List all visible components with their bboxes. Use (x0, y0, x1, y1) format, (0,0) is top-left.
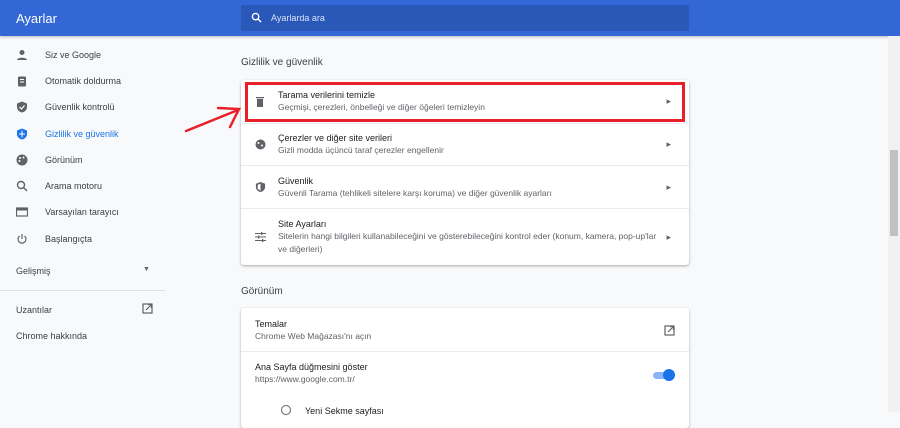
red-arrow-annotation (184, 106, 241, 133)
search-icon (251, 12, 262, 23)
header: Ayarlar Ayarlarda ara (0, 0, 900, 36)
sidebar-item-label: Başlangıçta (45, 234, 93, 244)
sidebar-item-you-and-google[interactable]: Siz ve Google (0, 43, 165, 67)
scrollbar[interactable] (888, 36, 900, 412)
sidebar-item-label: Güvenlik kontrolü (45, 102, 115, 112)
search-input[interactable]: Ayarlarda ara (241, 5, 689, 31)
row-subtitle: Gizli modda üçüncü taraf çerezler engell… (278, 145, 444, 155)
privacy-section-title: Gizlilik ve güvenlik (241, 57, 323, 68)
home-button-toggle[interactable] (653, 369, 675, 381)
appearance-card: Temalar Chrome Web Mağazası'nı açın Ana … (241, 308, 689, 428)
chevron-right-icon: ▸ (666, 182, 671, 192)
chevron-right-icon: ▸ (666, 232, 671, 242)
row-title: Güvenlik (278, 176, 314, 186)
scrollbar-thumb[interactable] (890, 150, 898, 236)
search-placeholder: Ayarlarda ara (271, 13, 325, 23)
row-title: Temalar (255, 319, 288, 329)
row-title: Ana Sayfa düğmesini göster (255, 362, 368, 372)
chevron-down-icon[interactable]: ▼ (143, 266, 150, 273)
sidebar-item-safety-check[interactable]: Güvenlik kontrolü (0, 95, 165, 119)
shield-icon (255, 181, 266, 193)
appearance-section-title: Görünüm (241, 286, 283, 297)
shield-icon (17, 128, 27, 140)
sidebar-item-autofill[interactable]: Otomatik doldurma (0, 69, 165, 93)
row-subtitle: Güvenli Tarama (tehlikeli sitelere karşı… (278, 188, 552, 198)
sidebar-about[interactable]: Chrome hakkında (16, 331, 87, 341)
shield-check-icon (17, 101, 27, 113)
sidebar-item-privacy[interactable]: Gizlilik ve güvenlik (0, 122, 165, 146)
palette-icon (16, 154, 28, 166)
sidebar-item-appearance[interactable]: Görünüm (0, 148, 165, 172)
sidebar-divider (0, 290, 165, 291)
site-settings-row[interactable]: Site Ayarları Sitelerin hangi bilgileri … (241, 208, 689, 265)
cookie-icon (255, 139, 266, 150)
home-button-row: Ana Sayfa düğmesini göster https://www.g… (241, 351, 689, 428)
new-tab-label: Yeni Sekme sayfası (305, 406, 384, 416)
new-tab-radio[interactable] (281, 405, 291, 415)
page-title: Ayarlar (16, 11, 57, 26)
chevron-right-icon: ▸ (666, 139, 671, 149)
row-subtitle: Chrome Web Mağazası'nı açın (255, 331, 372, 341)
person-icon (17, 50, 27, 60)
power-icon (17, 234, 27, 244)
clipboard-icon (18, 76, 26, 87)
security-row[interactable]: Güvenlik Güvenli Tarama (tehlikeli sitel… (241, 165, 689, 208)
themes-row[interactable]: Temalar Chrome Web Mağazası'nı açın (241, 308, 689, 351)
sidebar-extensions[interactable]: Uzantılar (16, 305, 52, 315)
cookies-row[interactable]: Çerezler ve diğer site verileri Gizli mo… (241, 123, 689, 165)
row-title: Site Ayarları (278, 219, 327, 229)
sidebar-item-label: Otomatik doldurma (45, 76, 122, 86)
external-link-icon[interactable] (142, 303, 153, 314)
sidebar-item-default-browser[interactable]: Varsayılan tarayıcı (0, 200, 165, 224)
highlight-box (245, 82, 685, 122)
sidebar-item-label: Siz ve Google (45, 50, 102, 60)
tune-icon (255, 232, 266, 242)
sidebar-item-on-startup[interactable]: Başlangıçta (0, 227, 165, 251)
sidebar-item-search-engine[interactable]: Arama motoru (0, 174, 165, 198)
sidebar-item-label: Varsayılan tarayıcı (45, 207, 119, 217)
browser-icon (16, 207, 28, 217)
external-link-icon (664, 325, 675, 336)
row-title: Çerezler ve diğer site verileri (278, 133, 393, 143)
sidebar-item-label: Arama motoru (45, 181, 103, 191)
sidebar-advanced[interactable]: Gelişmiş (16, 266, 51, 276)
sidebar-item-label: Gizlilik ve güvenlik (45, 129, 119, 139)
search-icon (16, 180, 28, 192)
row-subtitle: Sitelerin hangi bilgileri kullanabileceğ… (278, 231, 657, 254)
sidebar-item-label: Görünüm (45, 155, 83, 165)
row-subtitle: https://www.google.com.tr/ (255, 374, 355, 384)
